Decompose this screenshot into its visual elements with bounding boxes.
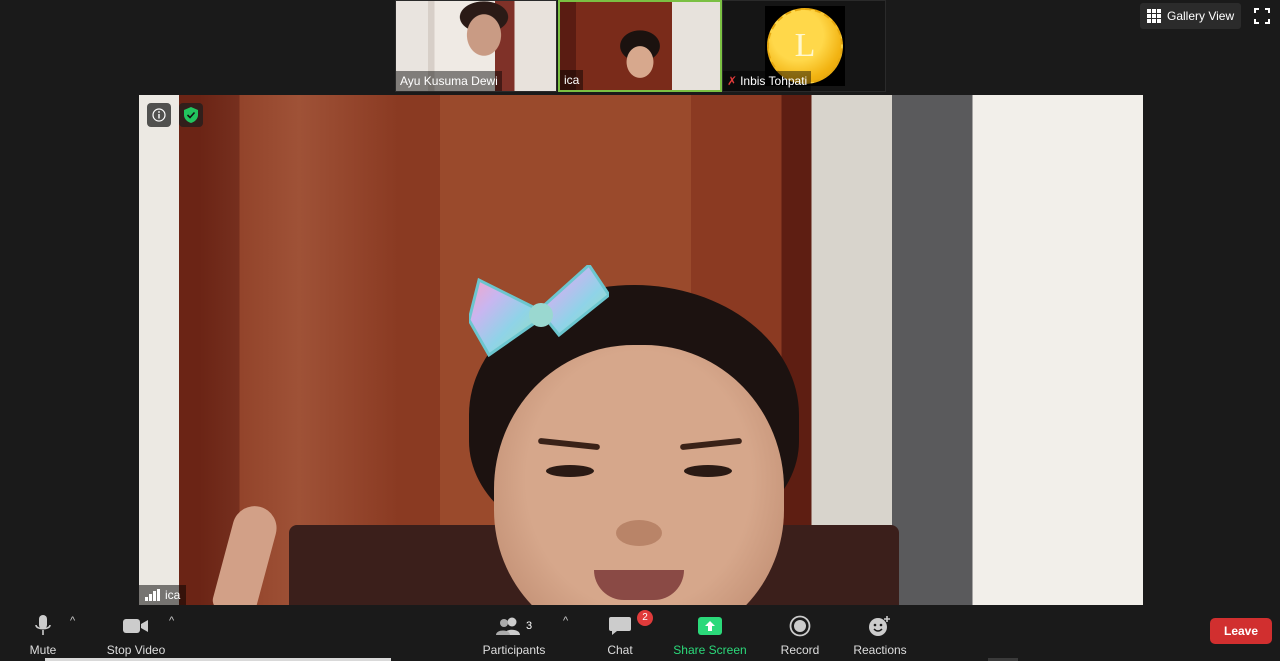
shield-icon xyxy=(184,107,198,123)
speaker-face xyxy=(494,345,784,605)
participant-name-label: ✗ Inbis Tohpati xyxy=(723,71,812,91)
participants-count: 3 xyxy=(525,620,533,632)
participants-icon xyxy=(495,617,520,635)
reactions-label: Reactions xyxy=(853,643,907,657)
leave-button[interactable]: Leave xyxy=(1210,618,1272,644)
participant-name-text: Inbis Tohpati xyxy=(740,74,808,88)
participant-name-label: Ayu Kusuma Dewi xyxy=(396,71,502,91)
participants-label: Participants xyxy=(482,643,546,657)
chat-label: Chat xyxy=(607,643,633,657)
main-speaker-label: ica xyxy=(139,585,187,605)
record-label: Record xyxy=(780,643,820,657)
chat-unread-badge: 2 xyxy=(637,610,653,626)
video-options-caret[interactable]: ^ xyxy=(169,615,174,627)
security-shield-button[interactable] xyxy=(179,103,203,127)
record-button[interactable]: Record xyxy=(778,611,822,657)
mute-button[interactable]: Mute xyxy=(22,611,64,657)
speaker-name: ica xyxy=(165,588,181,602)
reactions-button[interactable]: Reactions xyxy=(851,611,909,657)
share-screen-icon xyxy=(698,617,722,635)
record-icon xyxy=(789,615,811,637)
fullscreen-icon[interactable] xyxy=(1254,8,1270,24)
share-screen-button[interactable]: Share Screen xyxy=(672,611,748,657)
muted-mic-icon: ✗ xyxy=(727,74,738,88)
participants-options-caret[interactable]: ^ xyxy=(563,615,568,627)
gallery-view-button[interactable]: Gallery View xyxy=(1140,3,1241,29)
microphone-icon xyxy=(35,615,51,635)
signal-strength-icon xyxy=(145,589,160,601)
main-video-feed: ica xyxy=(139,95,1143,605)
mute-label: Mute xyxy=(29,643,57,657)
hair-bow xyxy=(469,265,609,358)
stop-video-label: Stop Video xyxy=(106,643,166,657)
mute-options-caret[interactable]: ^ xyxy=(70,615,75,627)
participant-thumbnail-ica[interactable]: ica xyxy=(558,0,722,92)
avatar-letter: L xyxy=(794,27,816,64)
stop-video-button[interactable]: Stop Video xyxy=(102,611,170,657)
gallery-view-label: Gallery View xyxy=(1167,9,1235,23)
participant-name-label: ica xyxy=(560,70,584,90)
meeting-info-button[interactable] xyxy=(147,103,171,127)
chat-bubble-icon xyxy=(609,617,631,635)
reactions-smiley-icon xyxy=(869,616,890,636)
grid-icon xyxy=(1147,9,1161,23)
participants-button[interactable]: 3 Participants xyxy=(478,611,550,657)
zoom-meeting-window: Ayu Kusuma Dewi ica L ✗ Inbis Tohpati Gal… xyxy=(0,0,1280,661)
participant-thumbnail-inbis[interactable]: L ✗ Inbis Tohpati xyxy=(722,0,886,92)
meeting-toolbar: Mute ^ Stop Video ^ 3 Participants ^ 2 C… xyxy=(0,605,1280,661)
share-screen-label: Share Screen xyxy=(673,643,747,657)
chat-button[interactable]: 2 Chat xyxy=(604,610,653,657)
info-icon xyxy=(152,108,166,122)
video-camera-icon xyxy=(123,619,148,633)
participant-thumbnail-ayu[interactable]: Ayu Kusuma Dewi xyxy=(395,0,557,92)
